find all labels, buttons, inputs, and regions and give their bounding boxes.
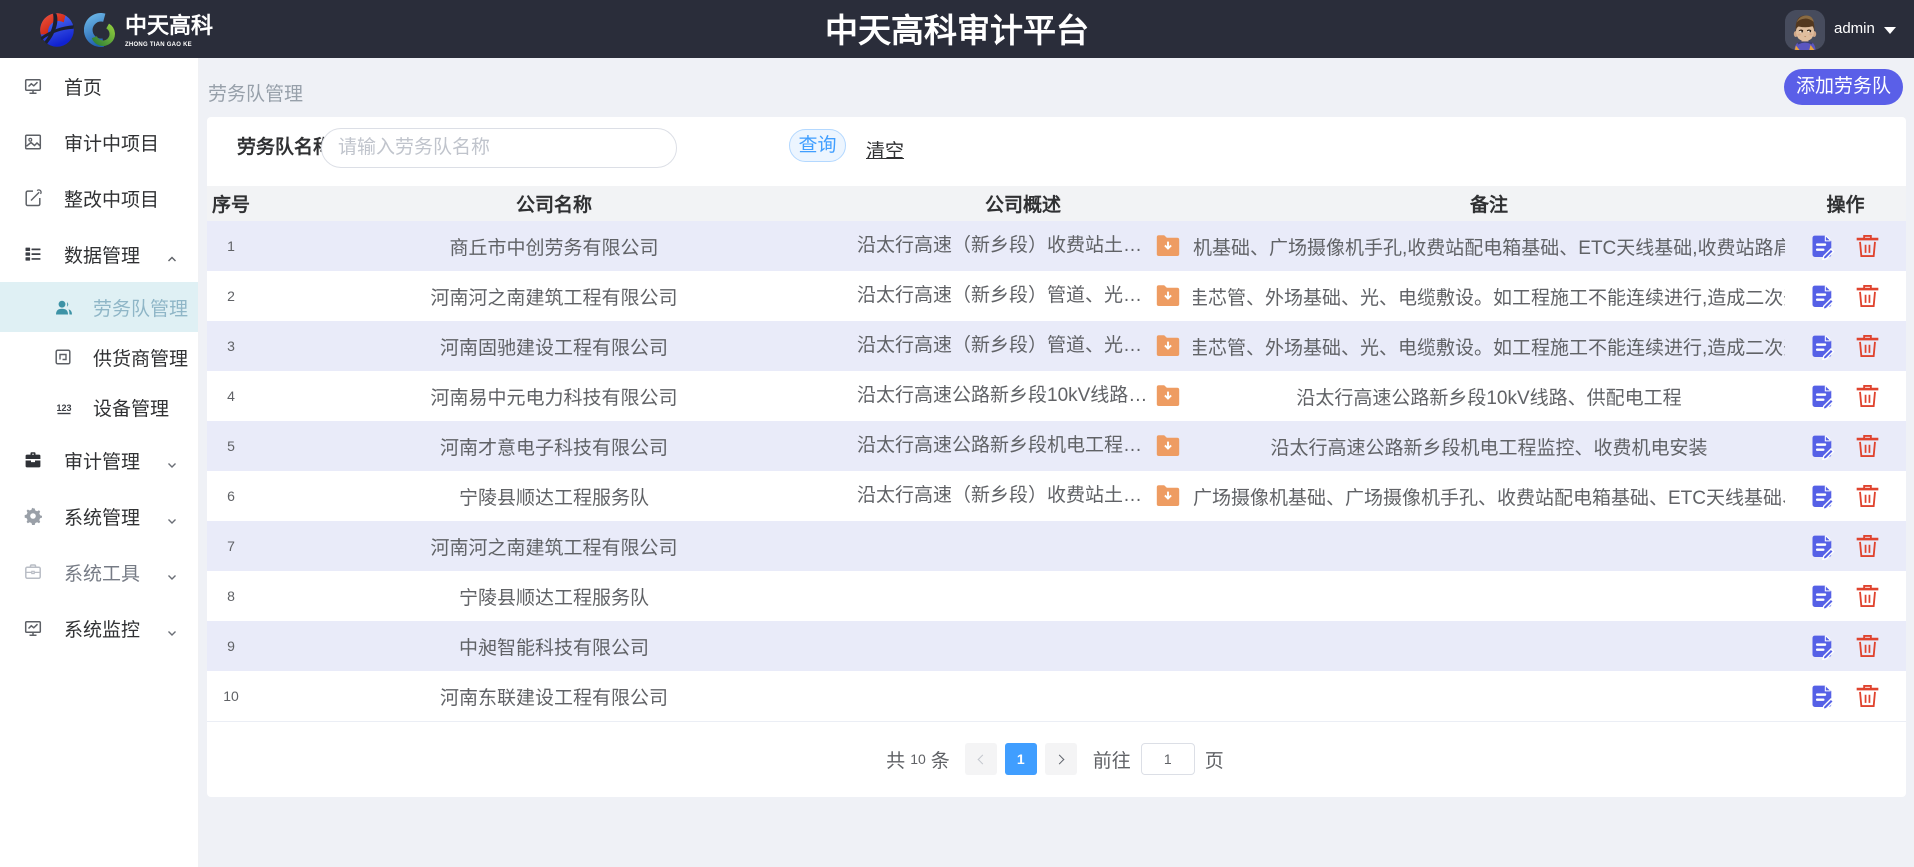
svg-text:123: 123	[56, 403, 71, 413]
